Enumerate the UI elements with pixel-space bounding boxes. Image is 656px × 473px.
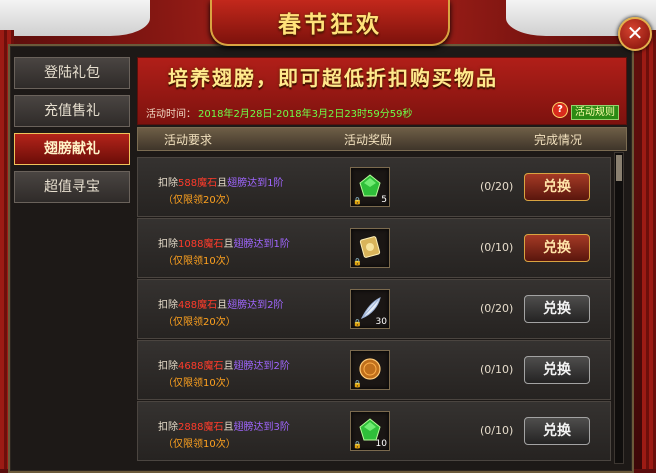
reward-slot[interactable]: 🔒 30 (350, 289, 390, 329)
close-icon: ✕ (626, 21, 644, 45)
curtain-right (642, 30, 656, 469)
claim-limit: （仅限领10次） (163, 439, 236, 450)
claim-limit: （仅限领10次） (163, 378, 236, 389)
banner-title: 培养翅膀，即可超低折扣购买物品 (168, 66, 498, 90)
lock-icon: 🔒 (353, 319, 362, 327)
exchange-button[interactable]: 兑换 (524, 173, 590, 201)
reward-slot[interactable]: 🔒 5 (350, 167, 390, 207)
requirement-text: 扣除588魔石且翅膀达到1阶 (158, 178, 284, 189)
lock-icon: 🔒 (353, 197, 362, 205)
list-scrollbar[interactable] (614, 152, 624, 464)
event-time-value: 2018年2月28日-2018年3月2日23时59分59秒 (198, 109, 413, 120)
sidebar-item-wing-gift[interactable]: 翅膀献礼 (14, 133, 130, 165)
stone-amount: 4688魔石 (178, 361, 224, 372)
sidebar: 登陆礼包 充值售礼 翅膀献礼 超值寻宝 (14, 57, 130, 209)
wing-level: 翅膀达到2阶 (227, 300, 284, 311)
item-quantity: 5 (381, 195, 387, 205)
green-gem-icon (359, 174, 381, 197)
reward-slot[interactable]: 🔒 (350, 228, 390, 268)
reward-slot[interactable]: 🔒 (350, 350, 390, 390)
sidebar-item-login-gift[interactable]: 登陆礼包 (14, 57, 130, 89)
snow-decoration-left (0, 0, 150, 36)
claim-limit: （仅限领20次） (163, 195, 236, 206)
event-time-label: 活动时间： (146, 109, 196, 120)
item-quantity: 10 (375, 439, 387, 449)
close-button[interactable]: ✕ (618, 17, 652, 51)
wing-level: 翅膀达到1阶 (233, 239, 290, 250)
stone-amount: 488魔石 (178, 300, 218, 311)
reward-slot[interactable]: 🔒 10 (350, 411, 390, 451)
progress-count: (0/10) (480, 424, 514, 437)
rules-label: 活动规则 (571, 104, 619, 120)
wing-level: 翅膀达到2阶 (233, 361, 290, 372)
claim-limit: （仅限领10次） (163, 256, 236, 267)
requirement-text: 扣除2888魔石且翅膀达到3阶 (158, 422, 290, 433)
progress-count: (0/10) (480, 363, 514, 376)
event-banner: 培养翅膀，即可超低折扣购买物品 活动时间： 2018年2月28日-2018年3月… (137, 57, 627, 125)
lock-icon: 🔒 (353, 441, 362, 449)
list-item: 扣除488魔石且翅膀达到2阶 （仅限领20次） 🔒 30 (0/20) 兑换 (137, 279, 611, 339)
stone-amount: 2888魔石 (178, 422, 224, 433)
scroll-thumb[interactable] (616, 155, 622, 181)
sidebar-item-recharge-gift[interactable]: 充值售礼 (14, 95, 130, 127)
lock-icon: 🔒 (353, 380, 362, 388)
wing-level: 翅膀达到3阶 (233, 422, 290, 433)
exchange-button[interactable]: 兑换 (524, 234, 590, 262)
list-item: 扣除4688魔石且翅膀达到2阶 （仅限领10次） 🔒 (0/10) 兑换 (137, 340, 611, 400)
stone-amount: 1088魔石 (178, 239, 224, 250)
header-reward: 活动奖励 (344, 133, 393, 147)
list-item: 扣除2888魔石且翅膀达到3阶 （仅限领10次） 🔒 10 (0/10) 兑换 (137, 401, 611, 461)
header-status: 完成情况 (534, 133, 583, 147)
question-icon: ? (552, 102, 568, 118)
reward-list: 扣除588魔石且翅膀达到1阶 （仅限领20次） 🔒 5 (0/20) 兑换 扣除… (137, 152, 613, 469)
bronze-coin-icon (359, 358, 381, 380)
sidebar-item-treasure-hunt[interactable]: 超值寻宝 (14, 171, 130, 203)
exchange-button[interactable]: 兑换 (524, 295, 590, 323)
progress-count: (0/20) (480, 302, 514, 315)
claim-limit: （仅限领20次） (163, 317, 236, 328)
list-item: 扣除588魔石且翅膀达到1阶 （仅限领20次） 🔒 5 (0/20) 兑换 (137, 157, 611, 217)
header-requirement: 活动要求 (164, 133, 213, 147)
title-plate: 春节狂欢 (210, 0, 450, 46)
lock-icon: 🔒 (353, 258, 362, 266)
requirement-text: 扣除488魔石且翅膀达到2阶 (158, 300, 284, 311)
requirement-text: 扣除4688魔石且翅膀达到2阶 (158, 361, 290, 372)
list-item: 扣除1088魔石且翅膀达到1阶 （仅限领10次） 🔒 (0/10) 兑换 (137, 218, 611, 278)
progress-count: (0/10) (480, 241, 514, 254)
window-title: 春节狂欢 (278, 12, 382, 38)
gold-card-icon (359, 236, 381, 258)
exchange-button[interactable]: 兑换 (524, 417, 590, 445)
progress-count: (0/20) (480, 180, 514, 193)
rules-button[interactable]: ? 活动规则 (552, 102, 619, 120)
stone-amount: 588魔石 (178, 178, 218, 189)
wing-level: 翅膀达到1阶 (227, 178, 284, 189)
requirement-text: 扣除1088魔石且翅膀达到1阶 (158, 239, 290, 250)
table-header: 活动要求 活动奖励 完成情况 (137, 127, 627, 151)
item-quantity: 30 (375, 317, 387, 327)
exchange-button[interactable]: 兑换 (524, 356, 590, 384)
